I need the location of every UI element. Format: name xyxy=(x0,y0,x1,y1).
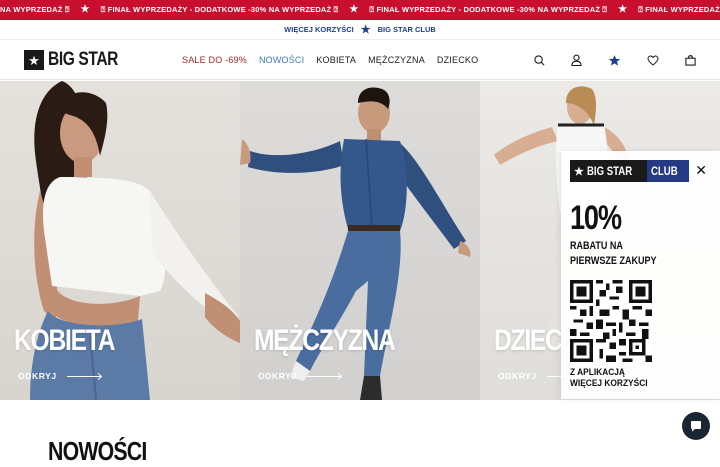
discover-label: ODKRYJ xyxy=(258,371,297,381)
qr-code-image[interactable] xyxy=(570,280,652,362)
nav-item-new[interactable]: NOWOŚCI xyxy=(259,55,304,65)
star-icon: ★ xyxy=(349,4,359,15)
nav-item-women[interactable]: KOBIETA xyxy=(316,55,356,65)
star-icon: ★ xyxy=(80,4,90,15)
big-star-club-link[interactable]: BIG STAR CLUB xyxy=(378,25,436,34)
discount-percent: 10% xyxy=(570,199,622,237)
app-line-1: Z APLIKACJĄ xyxy=(570,367,625,378)
club-star-icon[interactable] xyxy=(608,54,621,67)
chat-button[interactable] xyxy=(682,412,710,440)
more-benefits-link[interactable]: WIĘCEJ KORZYŚCI xyxy=(284,25,354,34)
main-nav: SALE DO -69% NOWOŚCI KOBIETA MĘŻCZYZNA D… xyxy=(182,40,478,80)
search-icon[interactable] xyxy=(534,54,545,66)
discover-label: ODKRYJ xyxy=(498,371,537,381)
ticker-text-3: ⍰ FINAŁ WYPRZEDAŻY - DODATKOWE -30% NA W… xyxy=(369,5,608,14)
club-logo-text: BIG STAR xyxy=(586,164,633,178)
ticker-text-4: ⍰ FINAŁ WYPRZEDAŻY xyxy=(638,5,720,14)
nav-item-men[interactable]: MĘŻCZYZNA xyxy=(368,55,425,65)
discount-text: RABATU NA PIERWSZE ZAKUPY xyxy=(570,239,657,269)
discover-link-women[interactable]: ODKRYJ xyxy=(18,371,101,381)
club-logo-club: CLUB xyxy=(651,164,678,178)
site-header: ★ BIG STAR SALE DO -69% NOWOŚCI KOBIETA … xyxy=(0,40,720,80)
brand-logo[interactable]: ★ BIG STAR xyxy=(24,49,133,70)
discover-label: ODKRYJ xyxy=(18,371,57,381)
arrow-right-icon xyxy=(66,375,101,377)
chat-icon xyxy=(691,421,701,432)
star-icon: ★ xyxy=(574,165,584,178)
star-icon: ★ xyxy=(360,24,371,36)
app-line-2: WIĘCEJ KORZYŚCI xyxy=(570,378,648,389)
arrow-right-icon xyxy=(306,375,341,377)
header-icons xyxy=(534,40,696,80)
ticker-text-2: ⍰ FINAŁ WYPRZEDAŻY - DODATKOWE -30% NA W… xyxy=(100,5,339,14)
nav-item-kids[interactable]: DZIECKO xyxy=(437,55,478,65)
category-title-men: MĘŻCZYZNA xyxy=(254,324,396,357)
heart-icon[interactable] xyxy=(647,54,659,66)
club-logo-right: CLUB xyxy=(647,160,689,182)
account-icon[interactable] xyxy=(571,54,582,66)
discount-line-1: RABATU NA xyxy=(570,240,623,252)
section-title-new: NOWOŚCI xyxy=(48,436,147,466)
nav-item-sale[interactable]: SALE DO -69% xyxy=(182,55,247,65)
bag-icon[interactable] xyxy=(685,54,696,66)
discover-link-men[interactable]: ODKRYJ xyxy=(258,371,341,381)
logo-star-icon: ★ xyxy=(24,50,44,70)
category-panel-women[interactable]: KOBIETA ODKRYJ xyxy=(0,81,240,400)
star-icon: ★ xyxy=(618,4,628,15)
logo-text: BIG STAR xyxy=(48,49,119,70)
category-title-women: KOBIETA xyxy=(14,324,116,357)
close-icon[interactable]: ✕ xyxy=(695,163,707,177)
app-text: Z APLIKACJĄ WIĘCEJ KORZYŚCI xyxy=(570,367,648,389)
club-promo-popup: ✕ ★ BIG STAR CLUB 10% RABATU NA PIERWSZE… xyxy=(561,151,720,399)
promo-ticker[interactable]: NA WYPRZEDAŻ ⍰ ★ ⍰ FINAŁ WYPRZEDAŻY - DO… xyxy=(0,0,720,20)
benefits-bar: WIĘCEJ KORZYŚCI ★ BIG STAR CLUB xyxy=(0,20,720,40)
club-logo-left: ★ BIG STAR xyxy=(570,160,648,182)
club-logo: ★ BIG STAR CLUB xyxy=(570,160,689,182)
category-panel-men[interactable]: MĘŻCZYZNA ODKRYJ xyxy=(240,81,480,400)
ticker-text-1: NA WYPRZEDAŻ ⍰ xyxy=(0,5,70,14)
discount-line-2: PIERWSZE ZAKUPY xyxy=(570,255,657,267)
